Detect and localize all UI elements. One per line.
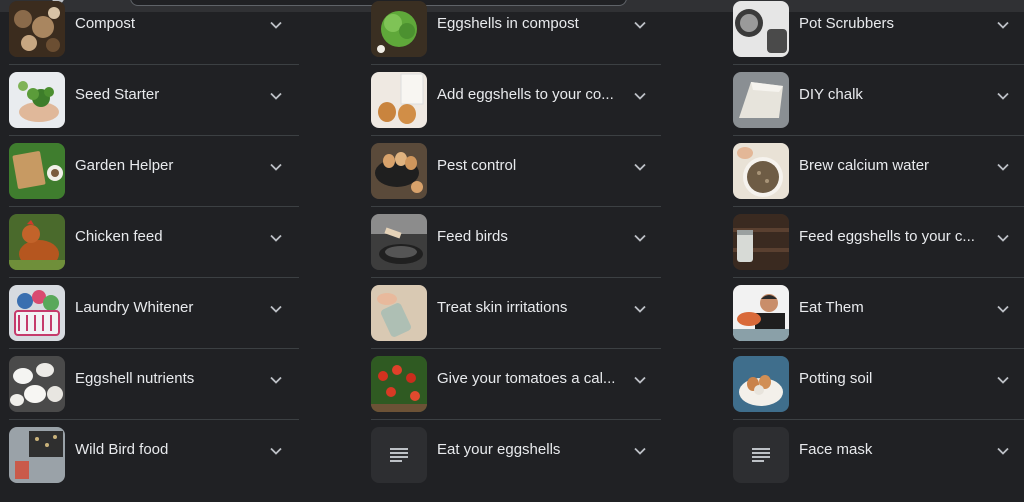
item-label: Give your tomatoes a cal...: [437, 370, 616, 387]
item-label: Pot Scrubbers: [799, 15, 895, 32]
item-label: Treat skin irritations: [437, 299, 568, 316]
item-label: Add eggshells to your co...: [437, 86, 614, 103]
chevron-down-icon[interactable]: [633, 160, 647, 174]
item-label: Eggshells in compost: [437, 15, 579, 32]
list-item[interactable]: Treat skin irritations: [371, 278, 661, 349]
list-item[interactable]: Eggshells in compost: [371, 0, 661, 65]
item-label: Eggshell nutrients: [75, 370, 195, 387]
text-lines-icon: [733, 427, 789, 483]
item-label: Chicken feed: [75, 228, 163, 245]
list-item[interactable]: Laundry Whitener: [9, 278, 299, 349]
glass-jar-photo-icon: [733, 214, 789, 270]
item-label: Pest control: [437, 157, 517, 174]
list-item[interactable]: Potting soil: [733, 349, 1024, 420]
list-item[interactable]: Garden Helper: [9, 136, 299, 207]
text-lines-icon: [371, 427, 427, 483]
column-3: Pot Scrubbers DIY chalk Brew calcium wat…: [733, 0, 1024, 491]
bottom-edge: [0, 497, 1024, 502]
item-label: Potting soil: [799, 370, 873, 387]
list-item[interactable]: Compost: [9, 0, 299, 65]
bird-food-photo-icon: [9, 427, 65, 483]
chevron-down-icon[interactable]: [269, 160, 283, 174]
eggs-photo-icon: [371, 72, 427, 128]
chevron-down-icon[interactable]: [996, 231, 1010, 245]
list-item[interactable]: Pot Scrubbers: [733, 0, 1024, 65]
chevron-down-icon[interactable]: [269, 18, 283, 32]
item-label: Seed Starter: [75, 86, 160, 103]
man-eating-photo-icon: [733, 285, 789, 341]
garden-photo-icon: [9, 143, 65, 199]
chevron-down-icon[interactable]: [269, 231, 283, 245]
list-item[interactable]: Feed birds: [371, 207, 661, 278]
list-item[interactable]: Face mask: [733, 420, 1024, 491]
chalk-photo-icon: [733, 72, 789, 128]
chevron-down-icon[interactable]: [633, 302, 647, 316]
chevron-down-icon[interactable]: [996, 444, 1010, 458]
list-item[interactable]: Eat your eggshells: [371, 420, 661, 491]
calcium-bowl-photo-icon: [733, 143, 789, 199]
list-item[interactable]: Pest control: [371, 136, 661, 207]
chevron-down-icon[interactable]: [996, 373, 1010, 387]
chevron-down-icon[interactable]: [996, 160, 1010, 174]
chicken-photo-icon: [9, 214, 65, 270]
chevron-down-icon[interactable]: [633, 18, 647, 32]
chevron-down-icon[interactable]: [996, 302, 1010, 316]
chevron-down-icon[interactable]: [269, 89, 283, 103]
item-label: Feed birds: [437, 228, 508, 245]
list-item[interactable]: Eggshell nutrients: [9, 349, 299, 420]
eggshells-photo-icon: [9, 356, 65, 412]
chevron-down-icon[interactable]: [633, 373, 647, 387]
chevron-down-icon[interactable]: [269, 373, 283, 387]
list-item[interactable]: Add eggshells to your co...: [371, 65, 661, 136]
list-item[interactable]: DIY chalk: [733, 65, 1024, 136]
pan-photo-icon: [371, 214, 427, 270]
column-2: Eggshells in compost Add eggshells to yo…: [371, 0, 661, 491]
item-label: Garden Helper: [75, 157, 174, 174]
lettuce-photo-icon: [371, 1, 427, 57]
compost-photo-icon: [9, 1, 65, 57]
chevron-down-icon[interactable]: [269, 302, 283, 316]
list-item[interactable]: Seed Starter: [9, 65, 299, 136]
item-label: Wild Bird food: [75, 441, 169, 458]
chevron-down-icon[interactable]: [633, 89, 647, 103]
laundry-photo-icon: [9, 285, 65, 341]
item-label: Eat Them: [799, 299, 864, 316]
jar-photo-icon: [371, 285, 427, 341]
seedling-photo-icon: [9, 72, 65, 128]
list-item[interactable]: Wild Bird food: [9, 420, 299, 491]
list-item[interactable]: Chicken feed: [9, 207, 299, 278]
chevron-down-icon[interactable]: [996, 89, 1010, 103]
item-label: Laundry Whitener: [75, 299, 194, 316]
item-label: Brew calcium water: [799, 157, 930, 174]
item-label: DIY chalk: [799, 86, 863, 103]
chevron-down-icon[interactable]: [633, 444, 647, 458]
item-label: Compost: [75, 15, 136, 32]
eggs-bowl-photo-icon: [371, 143, 427, 199]
list-item[interactable]: Feed eggshells to your c...: [733, 207, 1024, 278]
tomatoes-photo-icon: [371, 356, 427, 412]
pot-photo-icon: [733, 1, 789, 57]
results-grid: Compost Seed Starter Garden Helper Chick…: [0, 0, 1024, 502]
column-1: Compost Seed Starter Garden Helper Chick…: [9, 0, 299, 491]
bowl-eggs-photo-icon: [733, 356, 789, 412]
item-label: Face mask: [799, 441, 873, 458]
list-item[interactable]: Brew calcium water: [733, 136, 1024, 207]
item-label: Feed eggshells to your c...: [799, 228, 975, 245]
chevron-down-icon[interactable]: [269, 444, 283, 458]
chevron-down-icon[interactable]: [633, 231, 647, 245]
item-label: Eat your eggshells: [437, 441, 561, 458]
list-item[interactable]: Give your tomatoes a cal...: [371, 349, 661, 420]
chevron-down-icon[interactable]: [996, 18, 1010, 32]
list-item[interactable]: Eat Them: [733, 278, 1024, 349]
